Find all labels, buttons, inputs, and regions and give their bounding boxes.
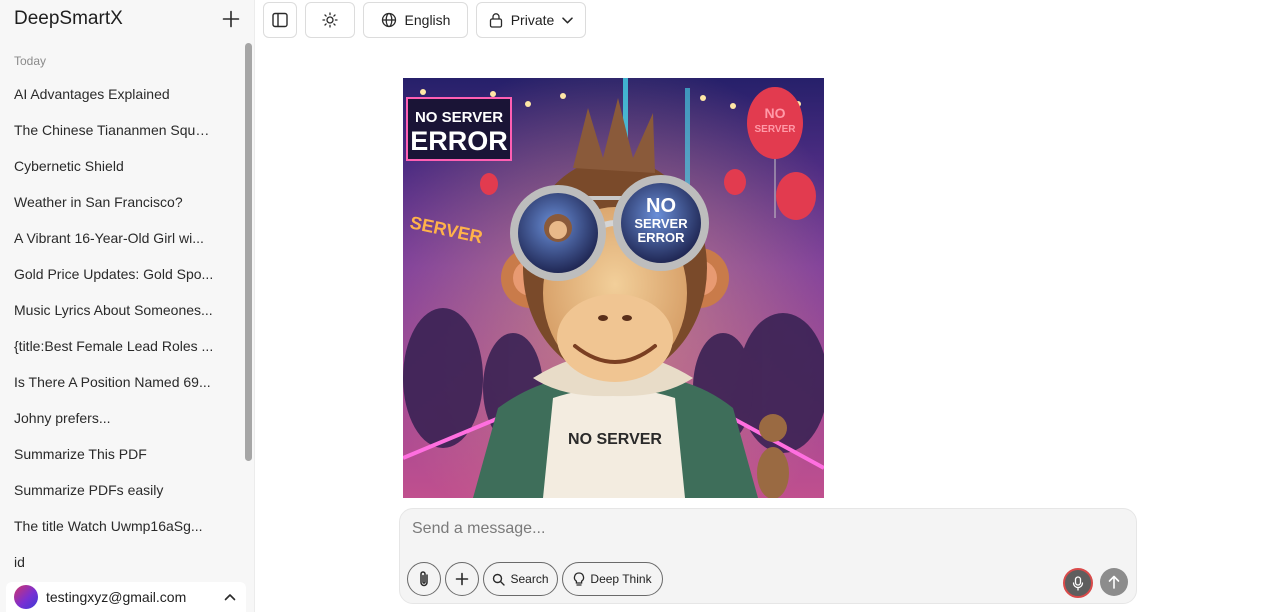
chat-history-item[interactable]: A Vibrant 16-Year-Old Girl wi... xyxy=(0,220,214,256)
sidebar-panel-icon xyxy=(272,12,288,28)
language-label: English xyxy=(404,12,451,28)
deep-think-label: Deep Think xyxy=(590,572,652,586)
sidebar-scrollbar[interactable] xyxy=(245,43,252,461)
visibility-label: Private xyxy=(510,12,555,28)
attach-button[interactable] xyxy=(407,562,441,596)
user-email: testingxyz@gmail.com xyxy=(46,589,187,605)
lightbulb-icon xyxy=(574,571,585,586)
voice-input-button[interactable] xyxy=(1063,568,1093,598)
microphone-icon xyxy=(1072,575,1084,591)
lens-text-line1: NO xyxy=(646,195,676,217)
app-title: DeepSmartX xyxy=(14,8,123,29)
sun-icon xyxy=(322,12,338,28)
chat-history-item[interactable]: Summarize This PDF xyxy=(0,436,214,472)
language-select[interactable]: English xyxy=(363,2,468,38)
sign-text-line1: NO SERVER xyxy=(415,109,503,126)
send-button[interactable] xyxy=(1100,568,1128,596)
sidebar-header: DeepSmartX xyxy=(14,6,242,32)
lock-icon xyxy=(489,13,502,28)
user-menu[interactable]: testingxyz@gmail.com xyxy=(6,582,246,612)
message-input[interactable] xyxy=(412,517,1112,541)
chat-history-item[interactable]: id xyxy=(0,544,214,576)
search-icon xyxy=(493,573,506,586)
new-chat-button[interactable] xyxy=(220,8,242,30)
avatar xyxy=(14,585,38,609)
chat-history-item[interactable]: AI Advantages Explained xyxy=(0,76,214,112)
plus-icon xyxy=(222,10,240,28)
globe-icon xyxy=(381,12,396,28)
toggle-sidebar-button[interactable] xyxy=(263,2,297,38)
chat-history-item[interactable]: {title:Best Female Lead Roles ... xyxy=(0,328,214,364)
chat-history-item[interactable]: Is There A Position Named 69... xyxy=(0,364,214,400)
add-button[interactable] xyxy=(445,562,479,596)
chat-history-item[interactable]: Weather in San Francisco? xyxy=(0,184,214,220)
chevron-down-icon xyxy=(562,16,574,23)
chat-history-item[interactable]: The Chinese Tiananmen Squa... xyxy=(0,112,214,148)
chat-history-item[interactable]: Gold Price Updates: Gold Spo... xyxy=(0,256,214,292)
deep-think-toggle-button[interactable]: Deep Think xyxy=(562,562,663,596)
arrow-up-icon xyxy=(1108,575,1120,589)
chat-history-item[interactable]: The title Watch Uwmp16aSg... xyxy=(0,508,214,544)
chevron-up-icon xyxy=(220,593,240,601)
chat-history-item[interactable]: Music Lyrics About Someones... xyxy=(0,292,214,328)
plus-icon xyxy=(455,572,469,586)
chat-group-label: Today xyxy=(14,54,47,68)
visibility-select[interactable]: Private xyxy=(476,2,586,38)
balloon-text-line2: SERVER xyxy=(755,124,797,135)
chat-history-list: Today AI Advantages Explained The Chines… xyxy=(0,46,244,576)
sign-text-line2: ERROR xyxy=(410,126,508,156)
chat-history-item[interactable]: Johny prefers... xyxy=(0,400,214,436)
lens-text-line3: ERROR xyxy=(638,230,686,245)
search-label: Search xyxy=(510,572,549,586)
message-composer: Search Deep Think xyxy=(399,508,1137,604)
balloon-text-line1: NO xyxy=(765,105,786,121)
lens-text-line2: SERVER xyxy=(634,216,688,231)
chat-history-item[interactable]: Summarize PDFs easily xyxy=(0,472,214,508)
shirt-text: NO SERVER xyxy=(568,431,662,448)
theme-toggle-button[interactable] xyxy=(305,2,355,38)
sidebar: DeepSmartX Today AI Advantages Explained… xyxy=(0,0,255,612)
search-toggle-button[interactable]: Search xyxy=(483,562,558,596)
chat-history-item[interactable]: Cybernetic Shield xyxy=(0,148,214,184)
generated-image: NO SERVER ERROR SERVER NO SERVER NO SERV… xyxy=(403,78,824,498)
paperclip-icon xyxy=(420,571,428,587)
